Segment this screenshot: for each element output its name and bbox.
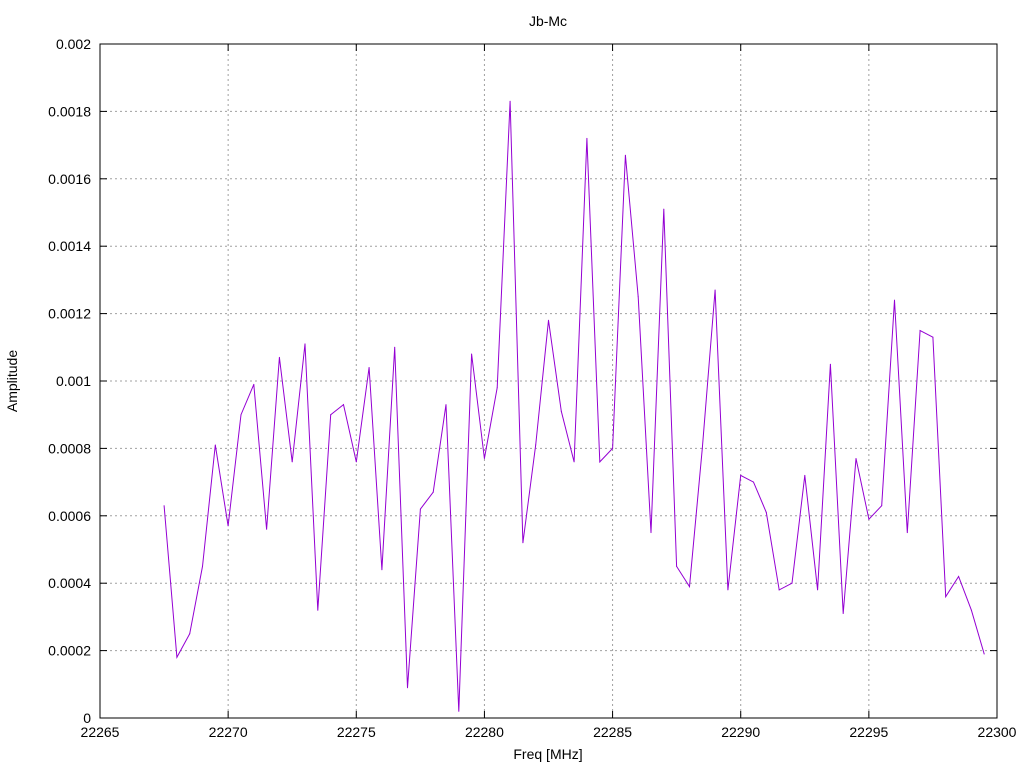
data-point bbox=[714, 289, 716, 291]
data-point bbox=[458, 710, 460, 712]
data-point bbox=[304, 343, 306, 345]
data-point bbox=[535, 444, 537, 446]
data-point bbox=[970, 609, 972, 611]
data-point bbox=[560, 410, 562, 412]
x-tick-label: 22265 bbox=[81, 724, 120, 740]
data-point bbox=[804, 474, 806, 476]
y-tick-label: 0.0018 bbox=[48, 103, 91, 119]
data-point bbox=[483, 458, 485, 459]
y-tick-label: 0.0016 bbox=[48, 171, 91, 187]
data-point bbox=[663, 208, 665, 210]
data-point bbox=[894, 299, 895, 301]
y-tick-label: 0.001 bbox=[56, 373, 91, 389]
data-point bbox=[689, 586, 690, 588]
data-point bbox=[945, 596, 947, 598]
y-tick-label: 0.0006 bbox=[48, 508, 91, 524]
data-point bbox=[932, 336, 934, 338]
x-tick-label: 22270 bbox=[209, 724, 248, 740]
y-tick-label: 0.002 bbox=[56, 36, 91, 52]
data-point bbox=[432, 491, 434, 493]
data-point bbox=[881, 505, 883, 507]
data-point bbox=[829, 363, 831, 365]
data-point bbox=[214, 444, 216, 446]
data-point bbox=[983, 653, 985, 655]
data-point bbox=[202, 565, 203, 567]
data-point bbox=[163, 505, 165, 507]
data-point bbox=[394, 346, 396, 348]
data-point bbox=[906, 532, 908, 534]
data-point bbox=[266, 528, 268, 530]
data-point bbox=[740, 474, 742, 476]
x-tick-label: 22285 bbox=[593, 724, 632, 740]
data-point bbox=[817, 589, 819, 591]
x-tick-label: 22300 bbox=[978, 724, 1017, 740]
x-axis-label: Freq [MHz] bbox=[513, 746, 582, 762]
data-point bbox=[291, 461, 293, 463]
data-point bbox=[445, 404, 447, 406]
x-tick-label: 22280 bbox=[465, 724, 504, 740]
x-tick-label: 22275 bbox=[337, 724, 376, 740]
line-chart: 22265 22270 22275 22280 22285 22290 22295 22300… bbox=[0, 0, 1024, 768]
data-point bbox=[778, 589, 780, 591]
data-point bbox=[958, 576, 960, 577]
data-point bbox=[919, 330, 921, 331]
chart-title: Jb-Mc bbox=[529, 13, 567, 29]
data-point bbox=[343, 404, 344, 406]
x-tick-label: 22295 bbox=[849, 724, 888, 740]
data-point bbox=[599, 461, 601, 463]
y-tick-label: 0.0002 bbox=[48, 643, 91, 659]
data-point bbox=[253, 383, 255, 385]
data-point bbox=[842, 613, 844, 614]
data-point bbox=[407, 687, 408, 689]
data-point bbox=[189, 633, 191, 635]
data-point bbox=[612, 447, 614, 449]
data-point bbox=[227, 525, 229, 527]
data-point bbox=[471, 353, 473, 355]
data-point bbox=[330, 414, 332, 416]
y-axis-label: Amplitude bbox=[4, 350, 20, 412]
chart-background bbox=[0, 0, 1024, 768]
data-point bbox=[278, 356, 280, 358]
data-point bbox=[701, 447, 703, 449]
y-tick-label: 0.0014 bbox=[48, 238, 91, 254]
x-tick-label: 22290 bbox=[721, 724, 760, 740]
data-point bbox=[368, 367, 370, 368]
data-point bbox=[727, 589, 729, 591]
data-point bbox=[676, 565, 678, 567]
data-point bbox=[637, 296, 639, 298]
data-point bbox=[381, 569, 383, 571]
data-point bbox=[791, 582, 793, 584]
data-point bbox=[855, 458, 857, 459]
data-point bbox=[548, 319, 549, 321]
y-tick-label: 0.0012 bbox=[48, 306, 91, 322]
data-point bbox=[868, 518, 870, 520]
data-point bbox=[240, 414, 242, 416]
data-point bbox=[753, 481, 754, 483]
data-point bbox=[355, 461, 357, 463]
data-point bbox=[509, 100, 511, 102]
data-point bbox=[586, 137, 588, 139]
data-point bbox=[176, 656, 178, 658]
data-point bbox=[419, 508, 421, 510]
data-point bbox=[650, 532, 652, 534]
data-point bbox=[573, 461, 575, 463]
data-point bbox=[624, 154, 626, 156]
data-point bbox=[496, 387, 498, 389]
y-tick-label: 0.0008 bbox=[48, 440, 91, 456]
y-tick-label: 0 bbox=[83, 710, 91, 726]
data-point bbox=[765, 511, 767, 513]
y-tick-label: 0.0004 bbox=[48, 575, 91, 591]
data-point bbox=[522, 542, 524, 544]
data-point bbox=[317, 609, 319, 611]
